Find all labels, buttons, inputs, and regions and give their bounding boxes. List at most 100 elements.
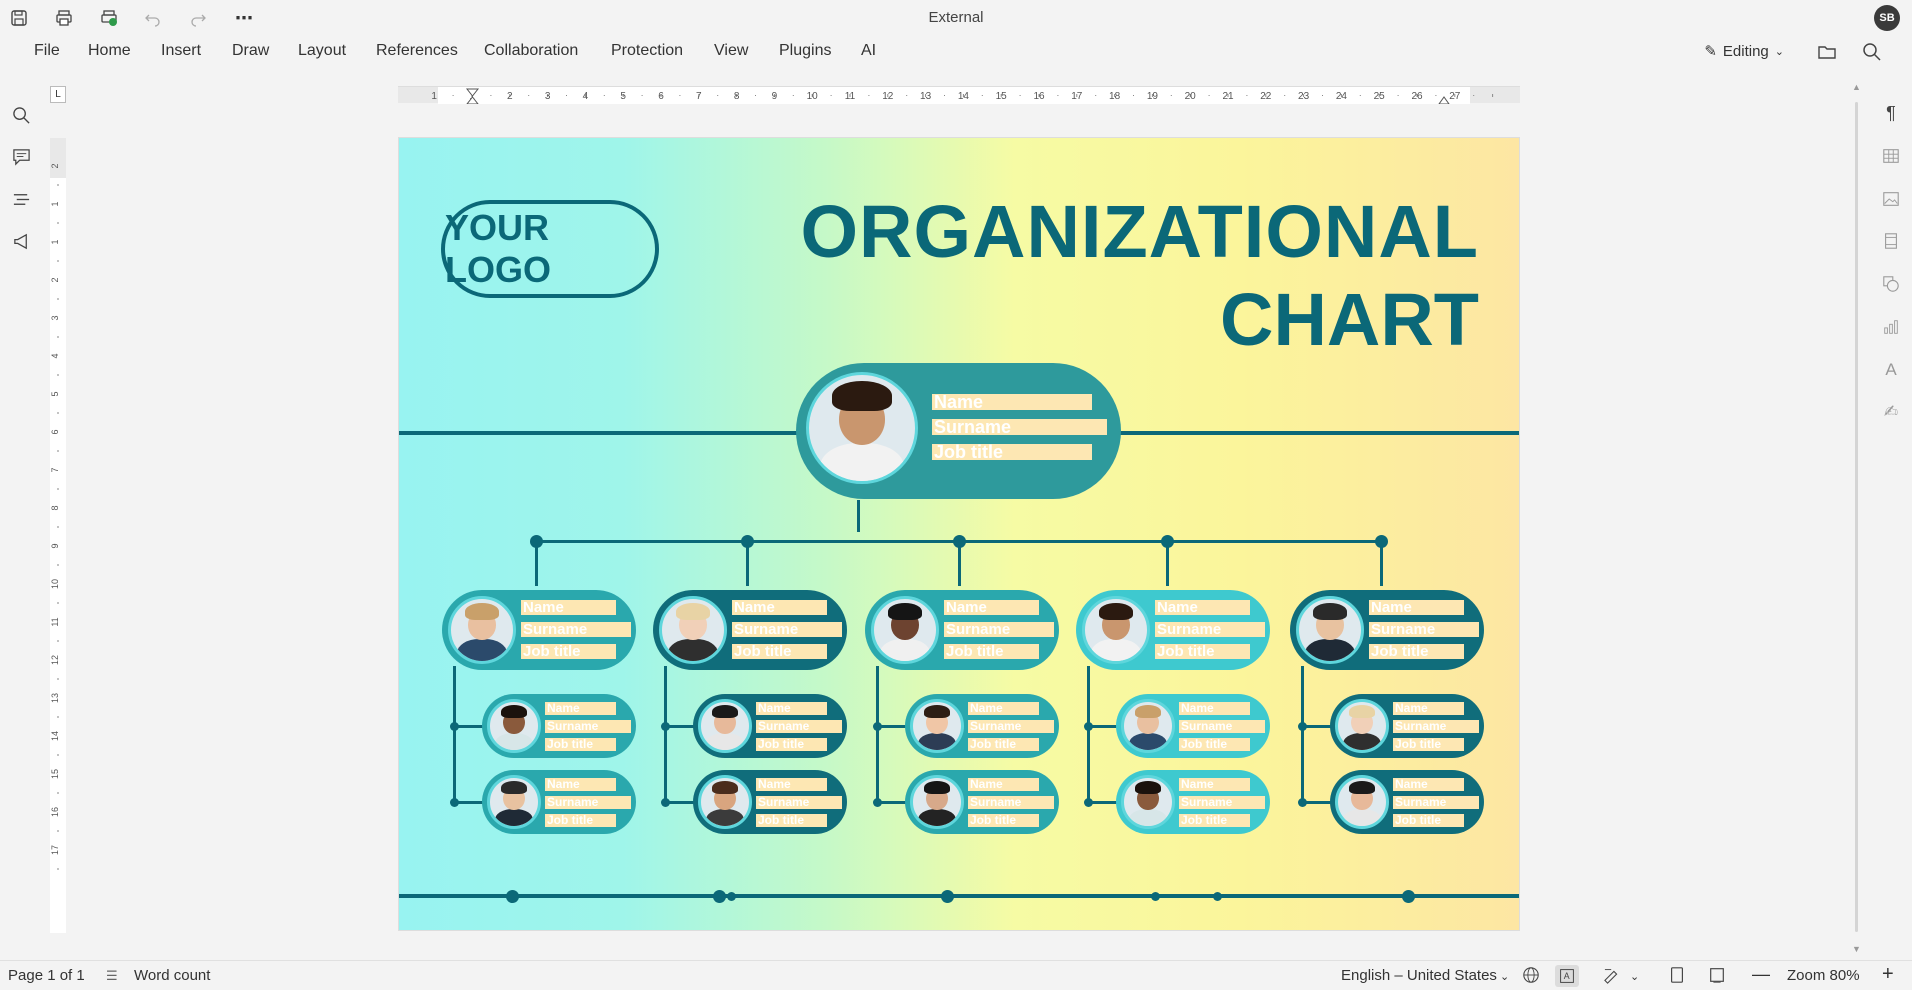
name-field[interactable]: Name (1369, 600, 1464, 615)
person-photo[interactable] (487, 699, 541, 753)
zoom-in-icon[interactable]: + (1882, 963, 1894, 986)
name-field[interactable]: Name (1155, 600, 1250, 615)
person-photo[interactable] (487, 775, 541, 829)
job-title-field[interactable]: Job title (1179, 738, 1250, 751)
person-photo[interactable] (1335, 775, 1389, 829)
menu-home[interactable]: Home (84, 40, 135, 62)
scrollbar-thumb[interactable] (1855, 102, 1858, 932)
surname-field[interactable]: Surname (521, 622, 631, 637)
menu-collaboration[interactable]: Collaboration (480, 40, 582, 62)
vertical-ruler[interactable]: 2 1 1 2 3 4 5 6 7 8 9 10 11 12 13 14 15 16 17 (50, 138, 66, 933)
person-photo[interactable] (1121, 699, 1175, 753)
surname-field[interactable]: Surname (1393, 796, 1479, 809)
page-indicator[interactable]: Page 1 of 1 (8, 967, 85, 984)
menu-protection[interactable]: Protection (607, 40, 687, 62)
document-page[interactable]: YOUR LOGO ORGANIZATIONAL CHART Name Surna… (398, 137, 1520, 931)
name-field[interactable]: Name (756, 778, 827, 791)
name-field[interactable]: Name (1179, 702, 1250, 715)
job-title-field[interactable]: Job title (521, 644, 616, 659)
navigation-icon[interactable] (8, 186, 34, 212)
person-photo[interactable] (1121, 775, 1175, 829)
name-field[interactable]: Name (932, 394, 1092, 410)
person-photo[interactable] (698, 775, 752, 829)
table-settings-icon[interactable] (1878, 143, 1904, 169)
person-photo[interactable] (448, 596, 516, 664)
image-settings-icon[interactable] (1878, 186, 1904, 212)
menu-file[interactable]: File (30, 40, 64, 62)
job-title-field[interactable]: Job title (968, 738, 1039, 751)
surname-field[interactable]: Surname (1393, 720, 1479, 733)
open-folder-icon[interactable] (1815, 40, 1839, 64)
scroll-up-icon[interactable]: ▲ (1852, 82, 1861, 92)
job-title-field[interactable]: Job title (1179, 814, 1250, 827)
name-field[interactable]: Name (521, 600, 616, 615)
person-photo[interactable] (1082, 596, 1150, 664)
job-title-field[interactable]: Job title (756, 738, 827, 751)
avatar[interactable]: SB (1874, 5, 1900, 31)
scroll-down-icon[interactable]: ▼ (1852, 944, 1861, 954)
surname-field[interactable]: Surname (968, 796, 1054, 809)
paragraph-marks-icon[interactable]: ¶ (1878, 100, 1904, 126)
feedback-icon[interactable] (8, 228, 34, 254)
search-icon[interactable] (1860, 40, 1884, 64)
job-title-field[interactable]: Job title (944, 644, 1039, 659)
horizontal-ruler[interactable]: 1 1 2 3 4 5 6 7 8 9 10 11 12 13 14 15 16 17 18 19 20 21 22 23 24… (398, 86, 1520, 104)
menu-insert[interactable]: Insert (157, 40, 205, 62)
surname-field[interactable]: Surname (1369, 622, 1479, 637)
person-photo[interactable] (871, 596, 939, 664)
person-photo[interactable] (659, 596, 727, 664)
chart-title-line1[interactable]: ORGANIZATIONAL (800, 188, 1479, 276)
track-changes-icon[interactable] (1602, 966, 1624, 988)
chart-title-line2[interactable]: CHART (1220, 276, 1479, 364)
surname-field[interactable]: Surname (732, 622, 842, 637)
name-field[interactable]: Name (968, 778, 1039, 791)
signature-icon[interactable]: ✍ (1878, 399, 1904, 425)
find-icon[interactable] (8, 102, 34, 128)
word-count-button[interactable]: Word count (134, 967, 210, 984)
chevron-down-icon[interactable]: ⌄ (1630, 970, 1639, 983)
name-field[interactable]: Name (756, 702, 827, 715)
zoom-level[interactable]: Zoom 80% (1787, 967, 1860, 984)
job-title-field[interactable]: Job title (1155, 644, 1250, 659)
surname-field[interactable]: Surname (545, 796, 631, 809)
name-field[interactable]: Name (1179, 778, 1250, 791)
menu-draw[interactable]: Draw (228, 40, 273, 62)
chart-settings-icon[interactable] (1878, 314, 1904, 340)
logo-placeholder[interactable]: YOUR LOGO (441, 200, 659, 298)
menu-ai[interactable]: AI (857, 40, 880, 62)
surname-field[interactable]: Surname (944, 622, 1054, 637)
surname-field[interactable]: Surname (545, 720, 631, 733)
name-field[interactable]: Name (1393, 702, 1464, 715)
fit-page-icon[interactable] (1668, 966, 1686, 988)
menu-plugins[interactable]: Plugins (775, 40, 835, 62)
language-selector[interactable]: English – United States (1341, 967, 1497, 984)
surname-field[interactable]: Surname (756, 796, 842, 809)
comments-icon[interactable] (8, 143, 34, 169)
menu-layout[interactable]: Layout (294, 40, 350, 62)
person-photo[interactable] (806, 372, 918, 484)
surname-field[interactable]: Surname (756, 720, 842, 733)
job-title-field[interactable]: Job title (545, 738, 616, 751)
job-title-field[interactable]: Job title (932, 444, 1092, 460)
person-photo[interactable] (910, 775, 964, 829)
spell-check-icon[interactable]: A (1555, 965, 1579, 987)
job-title-field[interactable]: Job title (968, 814, 1039, 827)
header-footer-icon[interactable] (1878, 228, 1904, 254)
surname-field[interactable]: Surname (968, 720, 1054, 733)
job-title-field[interactable]: Job title (545, 814, 616, 827)
tab-stop-selector[interactable]: L (50, 86, 66, 103)
person-photo[interactable] (910, 699, 964, 753)
job-title-field[interactable]: Job title (1393, 738, 1464, 751)
menu-view[interactable]: View (710, 40, 752, 62)
surname-field[interactable]: Surname (1155, 622, 1265, 637)
name-field[interactable]: Name (545, 778, 616, 791)
surname-field[interactable]: Surname (1179, 796, 1265, 809)
job-title-field[interactable]: Job title (1393, 814, 1464, 827)
zoom-out-icon[interactable]: — (1752, 964, 1770, 985)
person-photo[interactable] (698, 699, 752, 753)
person-photo[interactable] (1335, 699, 1389, 753)
name-field[interactable]: Name (545, 702, 616, 715)
text-art-icon[interactable]: A (1878, 357, 1904, 383)
job-title-field[interactable]: Job title (1369, 644, 1464, 659)
surname-field[interactable]: Surname (1179, 720, 1265, 733)
